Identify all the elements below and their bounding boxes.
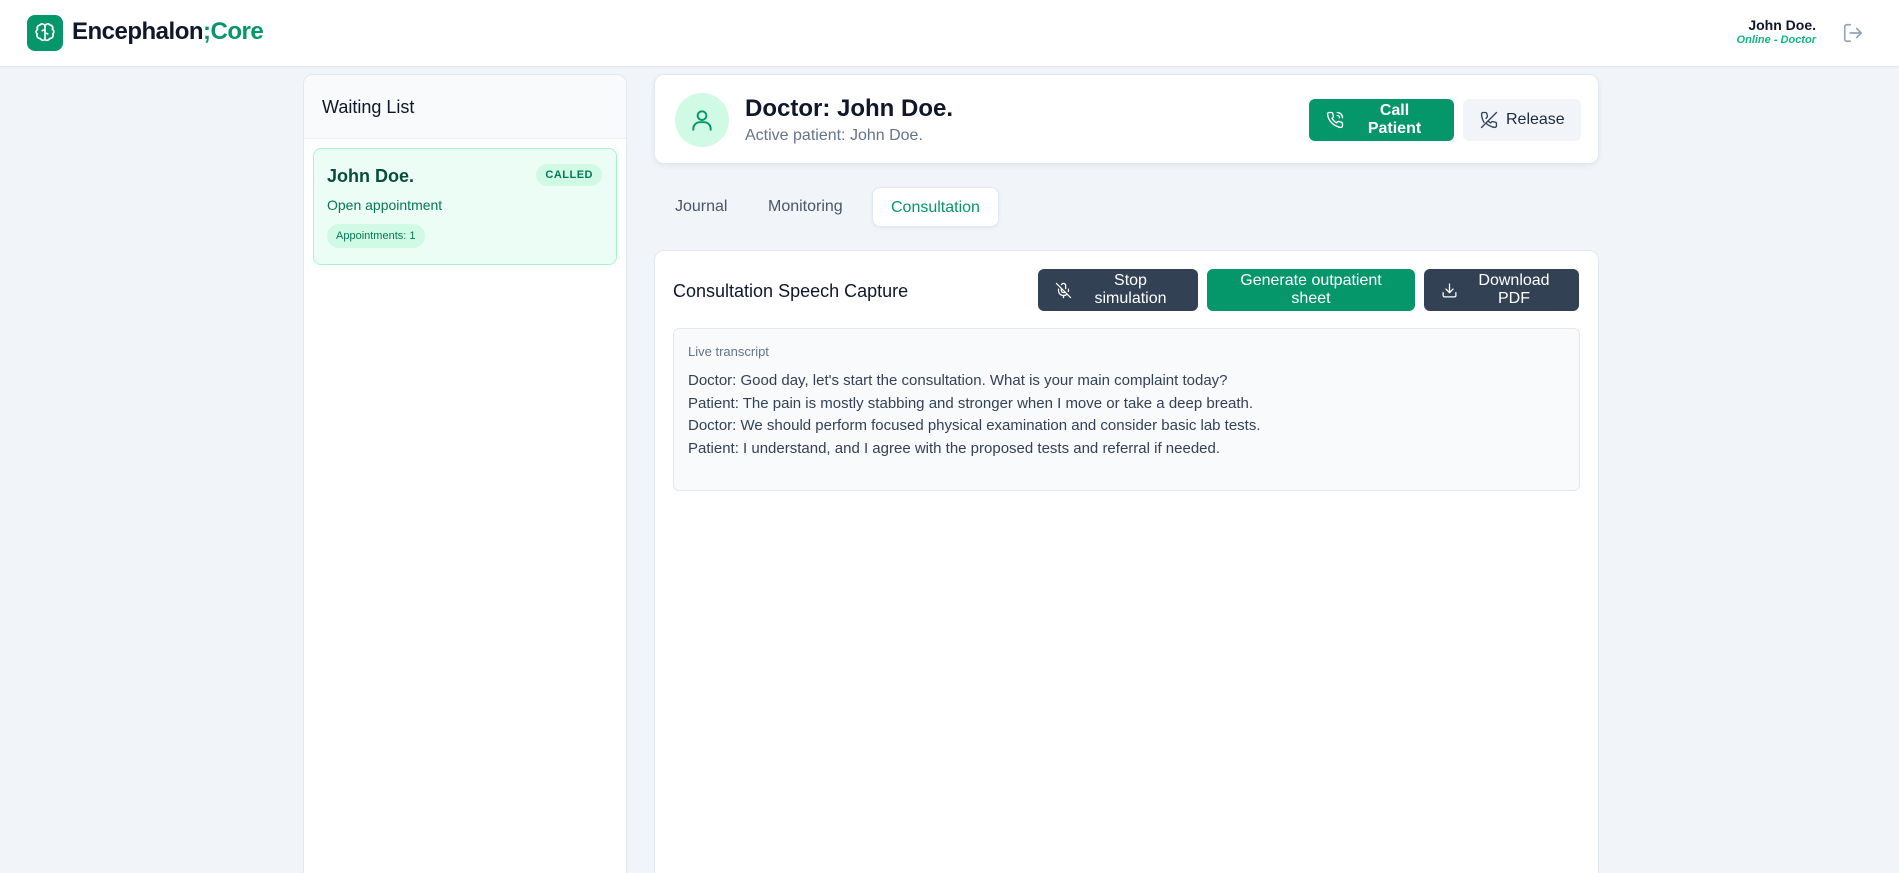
tab-monitoring[interactable]: Monitoring xyxy=(750,187,861,227)
transcript-line: Doctor: Good day, let's start the consul… xyxy=(688,372,1228,389)
brand-accent: Core xyxy=(210,18,264,45)
download-pdf-button[interactable]: Download PDF xyxy=(1424,269,1579,311)
user-name: John Doe. xyxy=(1748,17,1816,33)
live-transcript-box: Live transcript Doctor: Good day, let's … xyxy=(673,328,1580,491)
phone-call-icon xyxy=(1326,111,1344,129)
transcript-line: Patient: I understand, and I agree with … xyxy=(688,439,1221,457)
download-icon xyxy=(1441,282,1458,299)
mic-off-icon xyxy=(1055,282,1072,299)
consultation-title: Consultation Speech Capture xyxy=(673,281,909,301)
status-badge: CALLED xyxy=(536,164,602,186)
phone-off-icon xyxy=(1480,111,1498,129)
stop-simulation-button[interactable]: Stop simulation xyxy=(1038,269,1198,311)
brand-main: Encephalon xyxy=(72,18,204,45)
waiting-list-title: Waiting List xyxy=(304,75,626,139)
download-pdf-label: Download PDF xyxy=(1478,272,1550,307)
brain-icon xyxy=(27,15,63,51)
transcript-label: Live transcript xyxy=(688,344,769,359)
patient-name: John Doe. xyxy=(327,166,415,186)
call-patient-label: Call Patient xyxy=(1367,102,1422,137)
tab-journal[interactable]: Journal xyxy=(657,187,745,227)
stop-simulation-label: Stop simulation xyxy=(1094,272,1167,307)
doctor-title: Doctor: John Doe. xyxy=(745,95,953,122)
release-label: Release xyxy=(1506,111,1565,128)
user-status: Online - Doctor xyxy=(1736,34,1816,46)
waiting-list-panel: Waiting List John Doe. CALLED Open appoi… xyxy=(303,74,627,873)
user-avatar-icon xyxy=(675,93,729,147)
brand-separator: ; xyxy=(203,18,211,45)
patient-appointment-status: Open appointment xyxy=(327,197,443,213)
generate-outpatient-sheet-button[interactable]: Generate outpatient sheet xyxy=(1207,269,1415,311)
top-bar: Encephalon;Core John Doe. Online - Docto… xyxy=(0,0,1899,67)
tab-consultation[interactable]: Consultation xyxy=(872,187,999,227)
active-patient-label: Active patient: John Doe. xyxy=(745,127,923,144)
transcript-line: Patient: The pain is mostly stabbing and… xyxy=(688,394,1254,412)
doctor-header-card: Doctor: John Doe. Active patient: John D… xyxy=(654,74,1599,164)
appointments-count-badge: Appointments: 1 xyxy=(327,224,425,248)
release-button[interactable]: Release xyxy=(1463,99,1581,141)
patient-card[interactable]: John Doe. CALLED Open appointment Appoin… xyxy=(313,148,617,265)
app-brand: Encephalon;Core xyxy=(72,18,264,46)
user-info: John Doe. Online - Doctor xyxy=(1737,17,1816,48)
call-patient-button[interactable]: Call Patient xyxy=(1309,99,1454,141)
logout-icon[interactable] xyxy=(1841,21,1865,45)
transcript-line: Doctor: We should perform focused physic… xyxy=(688,417,1261,434)
consultation-panel: Consultation Speech Capture Stop simulat… xyxy=(654,250,1599,873)
